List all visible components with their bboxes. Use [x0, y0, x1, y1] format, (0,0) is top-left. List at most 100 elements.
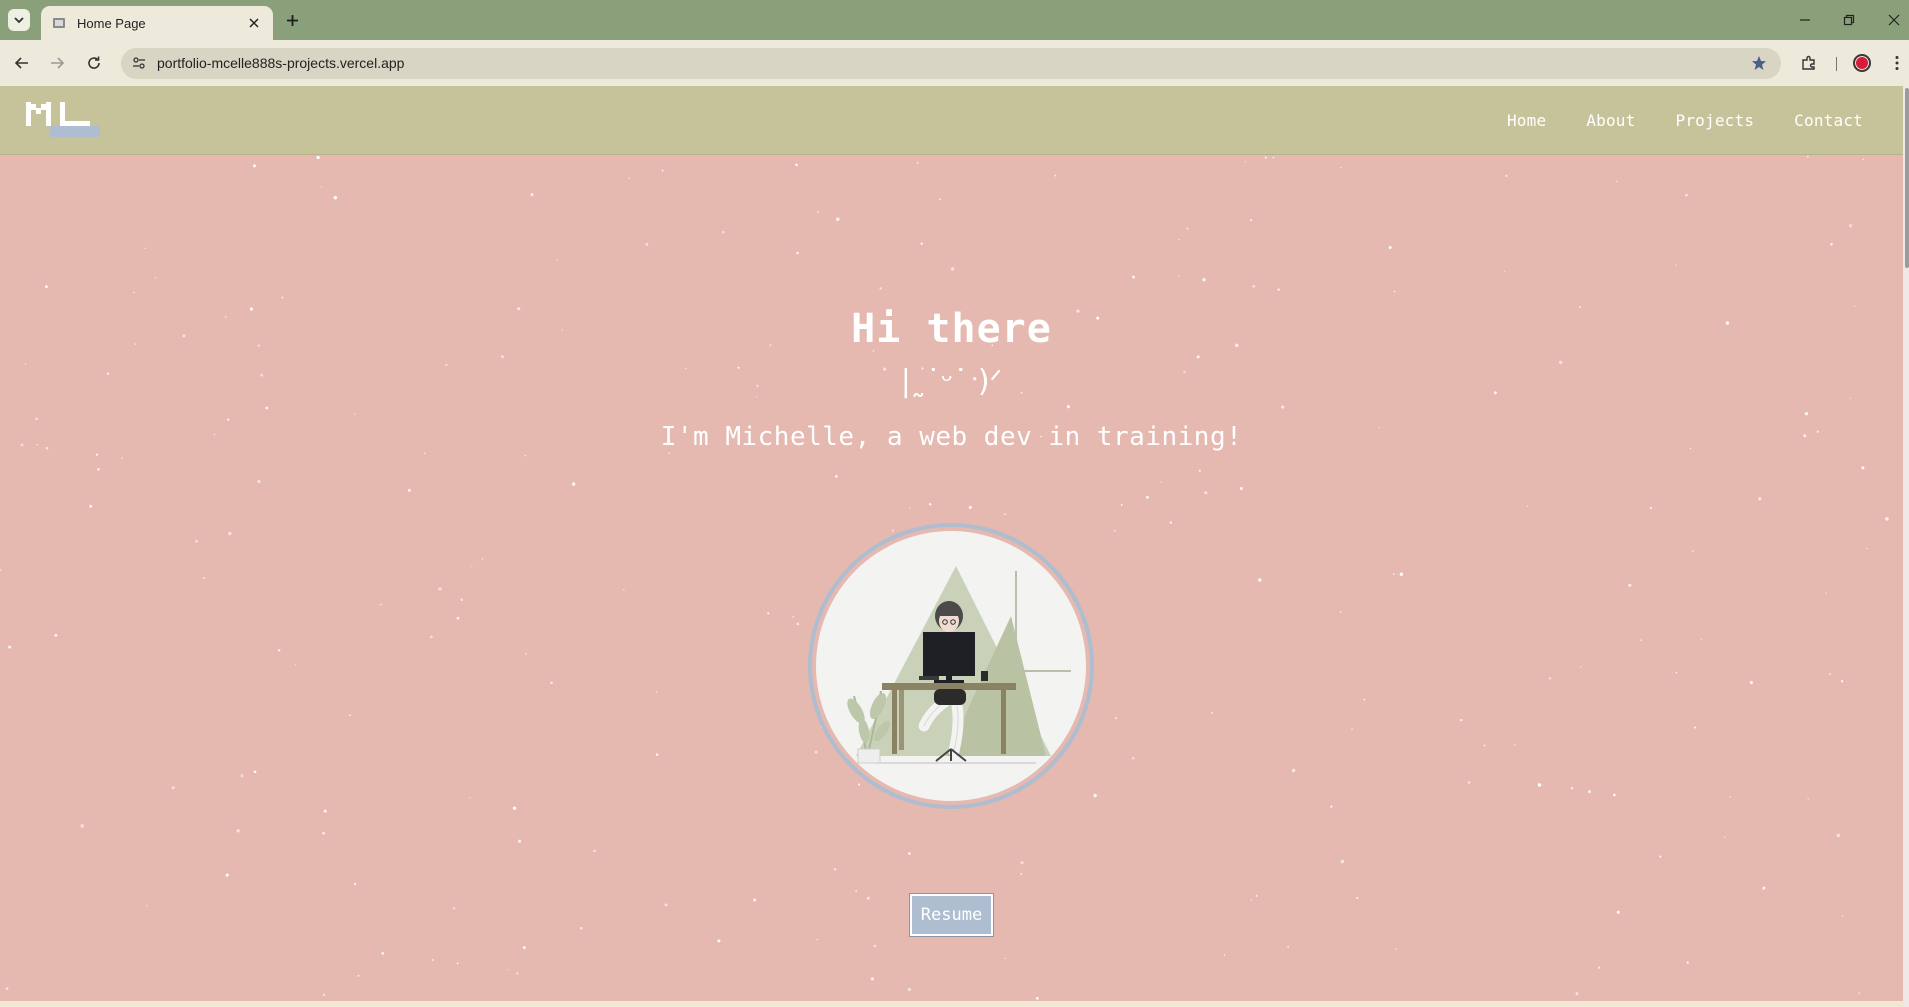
star-dot — [929, 503, 932, 506]
scrollbar-thumb[interactable] — [1905, 88, 1909, 268]
nav-link-about[interactable]: About — [1566, 111, 1655, 130]
star-dot — [1640, 639, 1642, 642]
star-dot — [516, 972, 519, 975]
star-dot — [471, 565, 473, 568]
star-dot — [5, 987, 9, 990]
star-dot — [54, 633, 58, 637]
star-dot — [1291, 768, 1296, 773]
restore-window-button[interactable] — [1839, 10, 1859, 30]
page-scrollbar[interactable] — [1903, 86, 1909, 1007]
site-info-icon[interactable] — [129, 53, 149, 73]
nav-link-home[interactable]: Home — [1487, 111, 1566, 130]
star-dot — [121, 457, 123, 459]
star-dot — [1862, 158, 1864, 161]
star-dot — [257, 480, 261, 484]
nav-link-contact[interactable]: Contact — [1774, 111, 1883, 130]
star-dot — [1160, 481, 1162, 484]
star-dot — [628, 177, 630, 180]
star-dot — [1252, 284, 1256, 288]
bookmark-star-icon[interactable] — [1749, 53, 1769, 73]
close-window-button[interactable] — [1884, 10, 1904, 30]
tab-search-button[interactable] — [8, 9, 30, 31]
star-dot — [1729, 796, 1731, 798]
close-icon — [1888, 14, 1900, 26]
more-vertical-icon — [1895, 56, 1899, 70]
star-dot — [1399, 572, 1404, 576]
star-dot — [0, 568, 2, 572]
star-dot — [1570, 786, 1574, 790]
star-dot — [1264, 156, 1267, 159]
star-dot — [1132, 275, 1135, 279]
star-dot — [1196, 355, 1200, 359]
star-dot — [407, 488, 411, 492]
arrow-right-icon — [51, 57, 65, 69]
star-dot — [870, 977, 875, 981]
star-dot — [1580, 666, 1582, 668]
reload-icon — [88, 56, 100, 69]
reload-button[interactable] — [82, 51, 106, 75]
star-dot — [1836, 833, 1841, 838]
site-logo[interactable]: ML — [24, 98, 104, 144]
star-dot — [320, 186, 322, 188]
star-dot — [438, 587, 442, 591]
star-dot — [833, 868, 837, 871]
nav-link-projects[interactable]: Projects — [1655, 111, 1774, 130]
star-dot — [1724, 836, 1726, 838]
star-dot — [1277, 288, 1280, 291]
resume-button[interactable]: Resume — [909, 893, 994, 937]
star-dot — [1616, 910, 1620, 914]
extensions-button[interactable] — [1797, 51, 1821, 75]
star-dot — [8, 645, 12, 649]
star-dot — [873, 944, 877, 948]
star-dot — [909, 507, 911, 509]
star-dot — [225, 873, 229, 877]
star-dot — [1503, 270, 1506, 273]
browser-menu-button[interactable] — [1885, 51, 1909, 75]
star-dot — [1113, 530, 1116, 532]
star-dot — [431, 958, 434, 962]
star-dot — [1287, 945, 1289, 948]
star-dot — [294, 663, 297, 666]
star-dot — [795, 163, 798, 167]
star-dot — [194, 539, 199, 543]
star-dot — [146, 905, 148, 907]
star-dot — [1885, 517, 1889, 521]
star-dot — [1505, 174, 1508, 178]
forward-button[interactable] — [45, 51, 69, 75]
profile-button[interactable] — [1850, 51, 1874, 75]
star-dot — [456, 962, 459, 965]
star-dot — [1178, 238, 1180, 241]
hero-title: Hi there — [851, 306, 1052, 352]
star-dot — [1392, 573, 1395, 576]
star-dot — [228, 531, 232, 536]
page-viewport: ML Home About Projects Contact Hi there … — [0, 86, 1909, 1007]
star-dot — [1186, 227, 1189, 230]
minimize-window-button[interactable] — [1795, 10, 1815, 30]
star-dot — [1866, 547, 1868, 550]
star-dot — [1649, 506, 1652, 509]
star-dot — [1849, 224, 1853, 228]
ml-logo-icon — [26, 102, 100, 137]
plus-icon — [286, 14, 298, 26]
star-dot — [796, 622, 800, 626]
star-dot — [1204, 491, 1208, 495]
star-dot — [525, 653, 527, 655]
address-bar[interactable]: portfolio-mcelle888s-projects.vercel.app — [121, 48, 1781, 79]
url-text: portfolio-mcelle888s-projects.vercel.app — [157, 55, 405, 71]
star-dot — [353, 882, 357, 886]
active-tab[interactable]: Home Page — [41, 6, 273, 40]
minimize-icon — [1800, 19, 1810, 21]
close-tab-icon[interactable] — [245, 14, 263, 32]
star-dot — [792, 615, 795, 618]
star-dot — [35, 417, 38, 421]
new-tab-button[interactable] — [282, 10, 302, 30]
star-dot — [916, 162, 919, 164]
back-button[interactable] — [10, 51, 34, 75]
star-dot — [1804, 412, 1809, 416]
star-dot — [44, 285, 48, 289]
star-dot — [722, 230, 725, 234]
star-dot — [144, 247, 146, 250]
star-dot — [323, 993, 326, 996]
star-dot — [1483, 744, 1486, 747]
star-dot — [1685, 193, 1688, 197]
